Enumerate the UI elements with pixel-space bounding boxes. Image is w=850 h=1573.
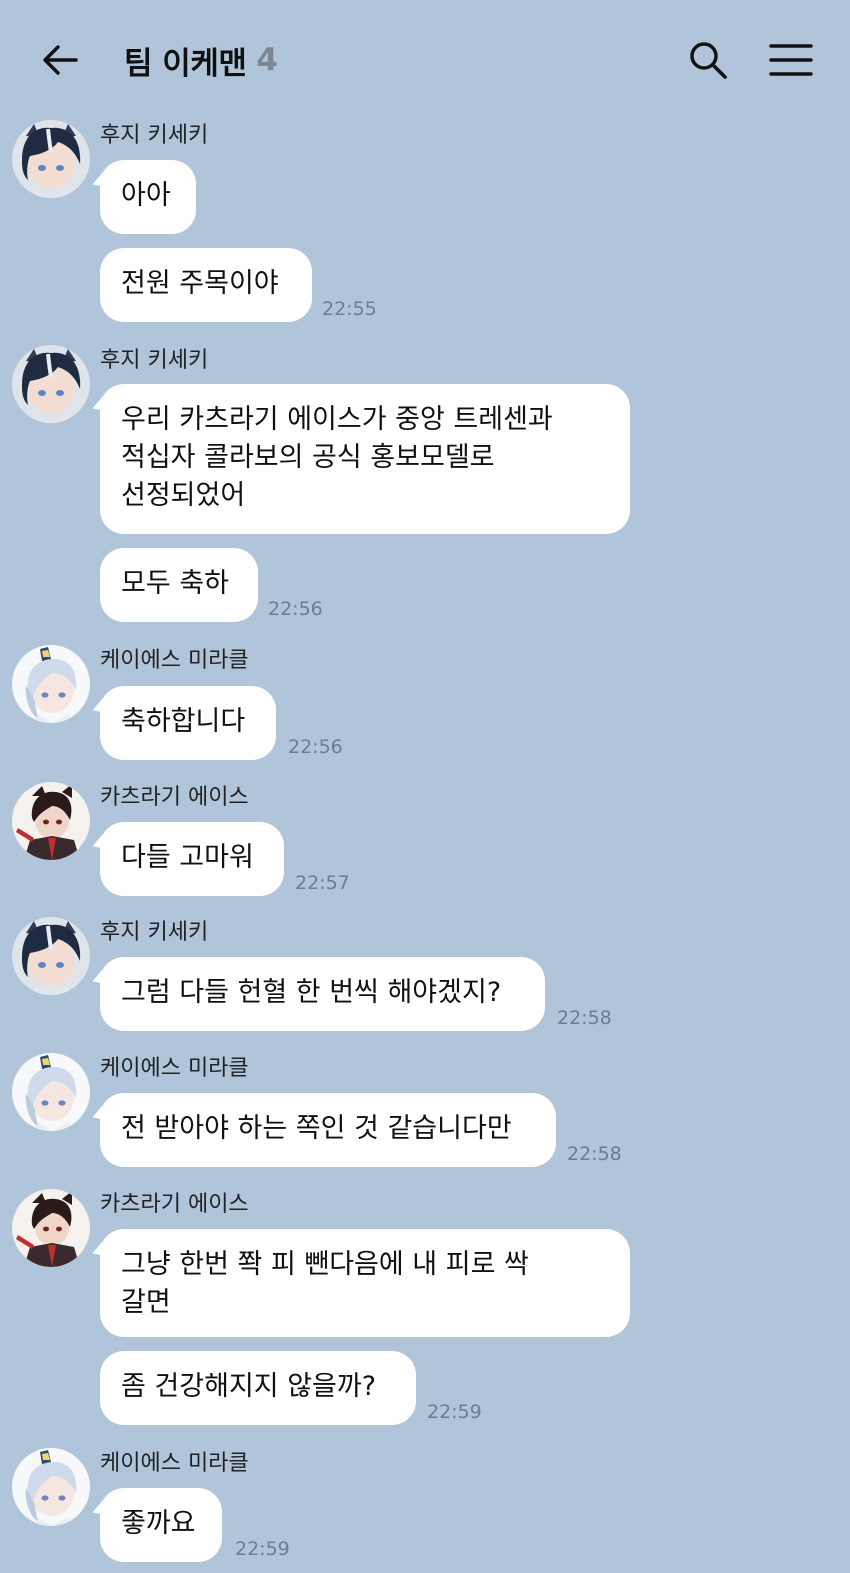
search-button[interactable] xyxy=(684,36,732,84)
message-bubble[interactable]: 전원 주목이야 xyxy=(100,248,312,322)
sender-name: 카츠라기 에이스 xyxy=(100,785,249,810)
message-timestamp: 22:55 xyxy=(322,298,377,320)
katsuragi-ace-avatar[interactable] xyxy=(12,782,90,860)
sender-name: 후지 키세키 xyxy=(100,348,209,373)
fuji-kiseki-avatar[interactable] xyxy=(12,917,90,995)
sender-name: 케이에스 미라클 xyxy=(100,1056,249,1081)
katsuragi-ace-avatar[interactable] xyxy=(12,1189,90,1267)
message-timestamp: 22:59 xyxy=(235,1538,290,1560)
member-count: 4 xyxy=(256,42,278,78)
message-timestamp: 22:57 xyxy=(295,872,350,894)
message-timestamp: 22:56 xyxy=(288,736,343,758)
message-bubble[interactable]: 그냥 한번 쫙 피 뺀다음에 내 피로 싹 갈면 xyxy=(100,1229,630,1337)
chat-name: 팀 이케맨 xyxy=(124,45,247,82)
message-bubble[interactable]: 전 받아야 하는 쪽인 것 같습니다만 xyxy=(100,1093,556,1167)
message-bubble[interactable]: 좋까요 xyxy=(100,1488,222,1562)
message-bubble[interactable]: 다들 고마워 xyxy=(100,822,284,896)
message-timestamp: 22:58 xyxy=(567,1143,622,1165)
k-s-miracle-avatar[interactable] xyxy=(12,645,90,723)
sender-name: 카츠라기 에이스 xyxy=(100,1192,249,1217)
sender-name: 케이에스 미라클 xyxy=(100,1451,249,1476)
message-timestamp: 22:56 xyxy=(268,598,323,620)
search-icon xyxy=(690,42,727,79)
message-bubble[interactable]: 축하합니다 xyxy=(100,686,276,760)
message-bubble[interactable]: 모두 축하 xyxy=(100,548,258,622)
message-timestamp: 22:59 xyxy=(427,1401,482,1423)
fuji-kiseki-avatar[interactable] xyxy=(12,120,90,198)
chat-title: 팀 이케맨 4 xyxy=(124,36,278,84)
message-bubble[interactable]: 좀 건강해지지 않을까? xyxy=(100,1351,416,1425)
sender-name: 후지 키세키 xyxy=(100,920,209,945)
fuji-kiseki-avatar[interactable] xyxy=(12,345,90,423)
k-s-miracle-avatar[interactable] xyxy=(12,1053,90,1131)
sender-name: 케이에스 미라클 xyxy=(100,648,249,673)
menu-icon xyxy=(769,44,813,76)
message-bubble[interactable]: 그럼 다들 헌혈 한 번씩 해야겠지? xyxy=(100,957,545,1031)
menu-button[interactable] xyxy=(766,36,816,84)
message-bubble[interactable]: 아아 xyxy=(100,160,196,234)
back-button[interactable] xyxy=(36,36,84,84)
message-bubble[interactable]: 우리 카츠라기 에이스가 중앙 트레센과 적십자 콜라보의 공식 홍보모델로 선… xyxy=(100,384,630,534)
k-s-miracle-avatar[interactable] xyxy=(12,1448,90,1526)
back-arrow-icon xyxy=(43,45,78,75)
message-timestamp: 22:58 xyxy=(557,1007,612,1029)
chat-header: 팀 이케맨 4 xyxy=(0,0,850,118)
sender-name: 후지 키세키 xyxy=(100,123,209,148)
